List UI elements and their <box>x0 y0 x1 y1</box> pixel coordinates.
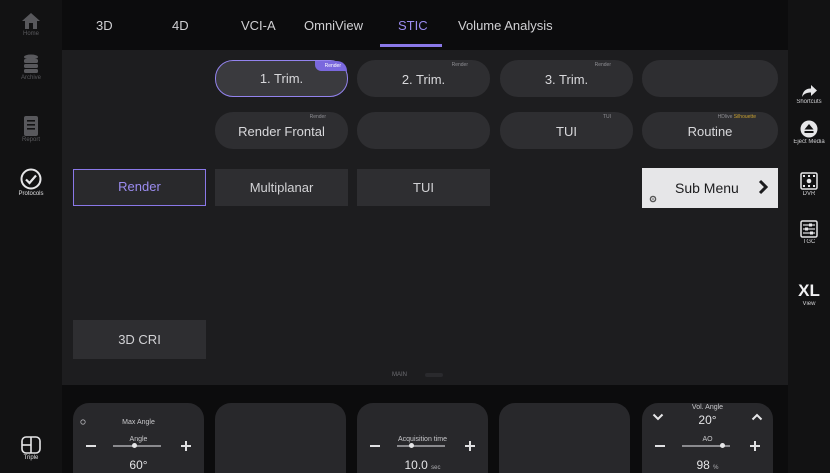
home-icon <box>22 13 40 29</box>
checkmark-circle-icon <box>20 168 42 190</box>
knob-panel-empty <box>499 403 630 473</box>
preset-tag: TUI <box>602 114 611 120</box>
preset-2-trim[interactable]: 2. Trim. Render <box>357 60 490 97</box>
preset-label: Render Frontal <box>238 124 325 139</box>
sidebar-item-report[interactable]: Report <box>0 116 62 143</box>
sidebar-item-label: Shortcuts <box>796 99 822 105</box>
sub-menu-button[interactable]: Sub Menu <box>642 168 778 208</box>
knob-panel-vol-angle[interactable]: Vol. Angle 20° AO 98 % <box>642 403 773 473</box>
preset-label: 1. Trim. <box>259 71 304 86</box>
slider-thumb[interactable] <box>132 443 138 448</box>
sidebar-item-eject-media[interactable]: Eject Media <box>788 120 830 145</box>
report-icon <box>24 116 38 136</box>
right-sidebar: Shortcuts Eject Media DVR TGC XL View <box>788 0 830 473</box>
sidebar-item-shortcuts[interactable]: Shortcuts <box>788 84 830 105</box>
tab-3d[interactable]: 3D <box>96 18 113 33</box>
preset-tag: Render <box>594 62 611 68</box>
gear-icon <box>649 195 657 203</box>
sidebar-item-protocols[interactable]: Protocols <box>0 168 62 197</box>
3d-cri-button[interactable]: 3D CRI <box>73 320 206 359</box>
sidebar-item-label: Triple <box>23 455 39 461</box>
preset-3-trim[interactable]: 3. Trim. Render <box>500 60 633 97</box>
sub-menu-label: Sub Menu <box>675 180 739 196</box>
chevron-right-icon <box>758 179 768 195</box>
panel-drag-handle[interactable] <box>425 373 443 377</box>
decrease-icon[interactable] <box>370 445 380 447</box>
increase-icon[interactable] <box>754 441 756 451</box>
preset-tag: Render <box>309 114 326 120</box>
sidebar-item-label: TGC <box>802 239 816 245</box>
tab-volume-analysis[interactable]: Volume Analysis <box>458 18 553 33</box>
tab-vci-a[interactable]: VCI-A <box>241 18 276 33</box>
preset-routine[interactable]: Routine HDlive Silhouette <box>642 112 778 149</box>
chevron-up-icon[interactable] <box>751 413 763 421</box>
sidebar-item-label: DVR <box>802 191 816 197</box>
decrease-icon[interactable] <box>655 445 665 447</box>
tgc-sliders-icon <box>800 220 818 238</box>
sidebar-item-triple[interactable]: Triple <box>0 436 62 461</box>
sidebar-item-label: Archive <box>20 75 41 81</box>
sidebar-item-label: Protocols <box>18 191 44 197</box>
view-size-indicator: XL <box>798 281 820 300</box>
increase-icon[interactable] <box>185 441 187 451</box>
preset-label: TUI <box>556 124 577 139</box>
knob-value: 98 % <box>696 458 719 472</box>
dvr-film-icon <box>800 172 818 190</box>
sidebar-item-dvr[interactable]: DVR <box>788 172 830 197</box>
preset-1-trim[interactable]: 1. Trim. Render <box>215 60 348 97</box>
knob-title: Max Angle <box>122 419 155 426</box>
sidebar-item-label: Report <box>21 137 40 143</box>
sidebar-item-view[interactable]: XL View <box>788 281 830 308</box>
sidebar-item-archive[interactable]: Archive <box>0 54 62 81</box>
knob-value: 60° <box>129 458 148 472</box>
increase-icon[interactable] <box>469 441 471 451</box>
preset-label: Routine <box>687 124 733 139</box>
mode-tui-button[interactable]: TUI <box>357 169 490 206</box>
preset-tag: HDlive Silhouette <box>717 114 756 120</box>
preset-empty-slot <box>642 60 778 97</box>
archive-icon <box>24 54 38 73</box>
knob-value: 10.0 sec <box>404 458 441 472</box>
sidebar-item-label: View <box>802 301 816 307</box>
preset-label: 2. Trim. <box>401 72 446 87</box>
preset-tui[interactable]: TUI TUI <box>500 112 633 149</box>
value-slider-track[interactable] <box>397 445 445 447</box>
active-tab-indicator <box>380 44 442 47</box>
tab-omniview[interactable]: OmniView <box>304 18 363 33</box>
panel-label: MAIN <box>392 372 407 378</box>
slider-thumb[interactable] <box>720 443 726 448</box>
preset-render-frontal[interactable]: Render Frontal Render <box>215 112 348 149</box>
sidebar-item-tgc[interactable]: TGC <box>788 220 830 245</box>
preset-label: 3. Trim. <box>544 72 589 87</box>
knob-panel-empty <box>215 403 346 473</box>
preset-tag: Render <box>451 62 468 68</box>
mode-render-button[interactable]: Render <box>73 169 206 206</box>
preset-empty-slot <box>357 112 490 149</box>
knob-panel-acquisition-time[interactable]: Acquisition time 10.0 sec <box>357 403 488 473</box>
knob-title: Vol. Angle <box>691 404 724 411</box>
knob-panel-angle[interactable]: Max Angle Angle 60° <box>73 403 204 473</box>
sidebar-item-label: Eject Media <box>793 139 825 145</box>
preset-tag: Render <box>314 61 347 71</box>
mode-multiplanar-button[interactable]: Multiplanar <box>215 169 348 206</box>
decrease-icon[interactable] <box>86 445 96 447</box>
tab-4d[interactable]: 4D <box>172 18 189 33</box>
sidebar-item-label: Home <box>22 31 39 37</box>
slider-thumb[interactable] <box>408 443 414 448</box>
left-sidebar: Home Archive Report Protocols Triple <box>0 0 62 473</box>
tab-stic[interactable]: STIC <box>398 18 428 33</box>
triple-layout-icon <box>21 436 41 454</box>
sidebar-item-home[interactable]: Home <box>0 12 62 37</box>
shortcut-arrow-icon <box>802 85 817 97</box>
eject-icon <box>800 120 818 138</box>
